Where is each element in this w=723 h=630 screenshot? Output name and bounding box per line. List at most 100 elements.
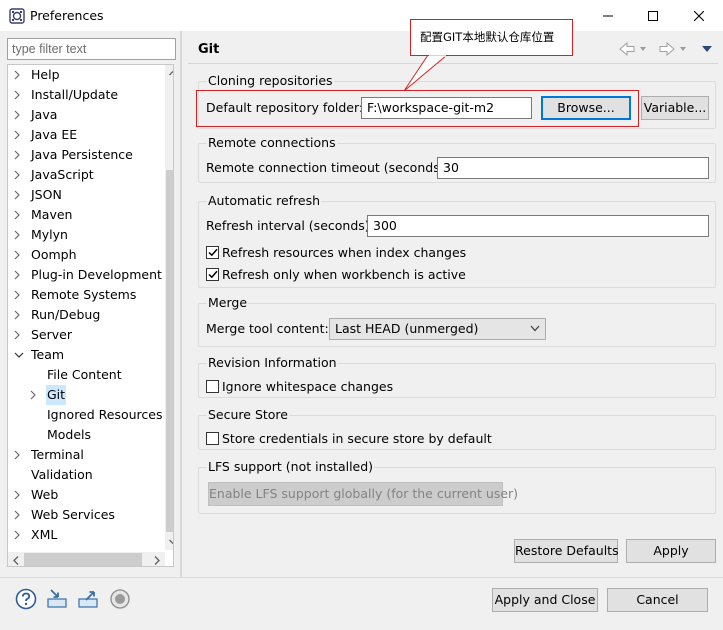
tree-item-label: Ignored Resources <box>47 407 163 422</box>
tree-item-label: File Content <box>47 367 122 382</box>
chevron-right-icon[interactable] <box>30 385 40 405</box>
view-menu-icon[interactable] <box>702 46 712 52</box>
back-arrow-icon[interactable] <box>619 41 635 57</box>
tree-item-label: Install/Update <box>31 87 119 102</box>
refresh-on-index-change-checkbox[interactable]: Refresh resources when index changes <box>206 243 466 261</box>
ignore-whitespace-checkbox[interactable]: Ignore whitespace changes <box>206 377 393 395</box>
chevron-right-icon[interactable] <box>14 105 24 125</box>
minimize-icon <box>603 15 613 16</box>
chevron-right-icon[interactable] <box>14 305 24 325</box>
refresh-interval-label: Refresh interval (seconds): <box>206 218 374 233</box>
footer-separator <box>0 577 723 578</box>
chevron-right-icon[interactable] <box>14 505 24 525</box>
window-title: Preferences <box>30 8 104 23</box>
chevron-right-icon[interactable] <box>14 225 24 245</box>
merge-tool-select[interactable]: Last HEAD (unmerged) <box>329 318 546 340</box>
tree-item-label: JSON <box>31 187 62 202</box>
chevron-right-icon[interactable] <box>14 245 24 265</box>
back-menu-chevron-icon[interactable] <box>640 47 646 51</box>
tree-item-label: Maven <box>31 207 73 222</box>
chevron-right-icon[interactable] <box>14 185 24 205</box>
panel-sash[interactable] <box>180 31 182 577</box>
tree-item-label: Server <box>31 327 72 342</box>
checkmark-icon <box>207 270 218 278</box>
eclipse-app-icon <box>9 8 25 24</box>
close-button[interactable] <box>676 0 722 31</box>
chevron-down-icon <box>530 325 540 332</box>
chevron-down-icon <box>168 539 173 545</box>
preferences-tree[interactable]: XML Web Services Web Validation Terminal Mode… <box>7 64 174 567</box>
tree-scroll-thumb[interactable] <box>166 170 173 532</box>
remote-timeout-label: Remote connection timeout (seconds): <box>206 160 449 175</box>
refresh-interval-field[interactable]: 300 <box>367 215 709 237</box>
chevron-right-icon[interactable] <box>14 445 24 465</box>
revision-group-label: Revision Information <box>207 355 338 371</box>
scroll-left-button[interactable] <box>8 552 24 566</box>
chevron-left-icon <box>13 555 19 565</box>
tree-item-label: Git <box>46 385 67 405</box>
tree-item-label: Team <box>31 347 65 362</box>
chevron-down-icon[interactable] <box>14 345 24 365</box>
forward-arrow-icon[interactable] <box>659 41 675 57</box>
chevron-right-icon[interactable] <box>14 165 24 185</box>
chevron-right-icon[interactable] <box>14 65 24 85</box>
refresh-only-active-checkbox[interactable]: Refresh only when workbench is active <box>206 265 466 283</box>
export-icon[interactable] <box>77 588 99 610</box>
page-title: Git <box>198 42 220 57</box>
variable-button[interactable]: Variable... <box>641 96 709 120</box>
tree-item-label: Plug-in Development <box>31 267 162 282</box>
scroll-down-button[interactable] <box>165 534 173 550</box>
tree-horizontal-scrollbar[interactable] <box>8 552 165 566</box>
restore-defaults-button[interactable]: Restore Defaults <box>514 539 619 563</box>
chevron-right-icon[interactable] <box>14 485 24 505</box>
checkbox-box[interactable] <box>206 245 219 259</box>
merge-tool-label: Merge tool content: <box>206 321 329 336</box>
tree-item-label: Web <box>31 487 59 502</box>
merge-group-label: Merge <box>207 295 249 311</box>
apply-button[interactable]: Apply <box>626 539 716 563</box>
tree-item-label: Java Persistence <box>31 147 133 162</box>
checkbox-box[interactable] <box>206 431 219 445</box>
checkbox-box[interactable] <box>206 379 219 393</box>
chevron-right-icon[interactable] <box>14 125 24 145</box>
secure-group-label: Secure Store <box>207 407 289 423</box>
maximize-button[interactable] <box>630 0 676 31</box>
refresh-on-index-change-label: Refresh resources when index changes <box>222 244 467 260</box>
merge-tool-value: Last HEAD (unmerged) <box>335 321 479 336</box>
store-credentials-checkbox[interactable]: Store credentials in secure store by def… <box>206 429 492 447</box>
apply-and-close-button[interactable]: Apply and Close <box>492 588 598 612</box>
history-navigation <box>619 41 712 57</box>
minimize-button[interactable] <box>585 0 631 31</box>
remote-timeout-field[interactable]: 30 <box>437 157 709 179</box>
chevron-right-icon[interactable] <box>14 145 24 165</box>
tree-item-label: Terminal <box>31 447 84 462</box>
tree-item-label: Java <box>31 107 58 122</box>
forward-menu-chevron-icon[interactable] <box>680 47 686 51</box>
tree-item-label: Models <box>47 427 92 442</box>
title-separator <box>188 63 718 64</box>
scroll-up-button[interactable] <box>165 65 173 81</box>
chevron-right-icon[interactable] <box>14 85 24 105</box>
chevron-right-icon[interactable] <box>14 285 24 305</box>
enable-lfs-button[interactable]: Enable LFS support globally (for the cur… <box>208 482 518 506</box>
chevron-right-icon[interactable] <box>14 525 24 545</box>
tree-item-label: Oomph <box>31 247 77 262</box>
tree-item-label: Run/Debug <box>31 307 101 322</box>
chevron-right-icon[interactable] <box>14 325 24 345</box>
scroll-right-button[interactable] <box>149 552 165 566</box>
chevron-right-icon[interactable] <box>14 265 24 285</box>
checkmark-icon <box>207 248 218 256</box>
import-icon[interactable] <box>46 588 68 610</box>
oomph-record-icon[interactable] <box>109 588 131 610</box>
checkbox-box[interactable] <box>206 267 219 281</box>
refresh-only-active-label: Refresh only when workbench is active <box>222 266 466 282</box>
tree-hscroll-thumb[interactable] <box>24 553 142 566</box>
tree-vertical-scrollbar[interactable] <box>165 65 173 550</box>
tree-item-label: Remote Systems <box>31 287 137 302</box>
tree-item-label: Web Services <box>31 507 115 522</box>
filter-input[interactable] <box>7 38 176 60</box>
help-icon[interactable] <box>15 588 37 610</box>
chevron-right-icon[interactable] <box>14 205 24 225</box>
cancel-button[interactable]: Cancel <box>607 588 708 612</box>
tree-item-label: XML <box>31 527 58 542</box>
